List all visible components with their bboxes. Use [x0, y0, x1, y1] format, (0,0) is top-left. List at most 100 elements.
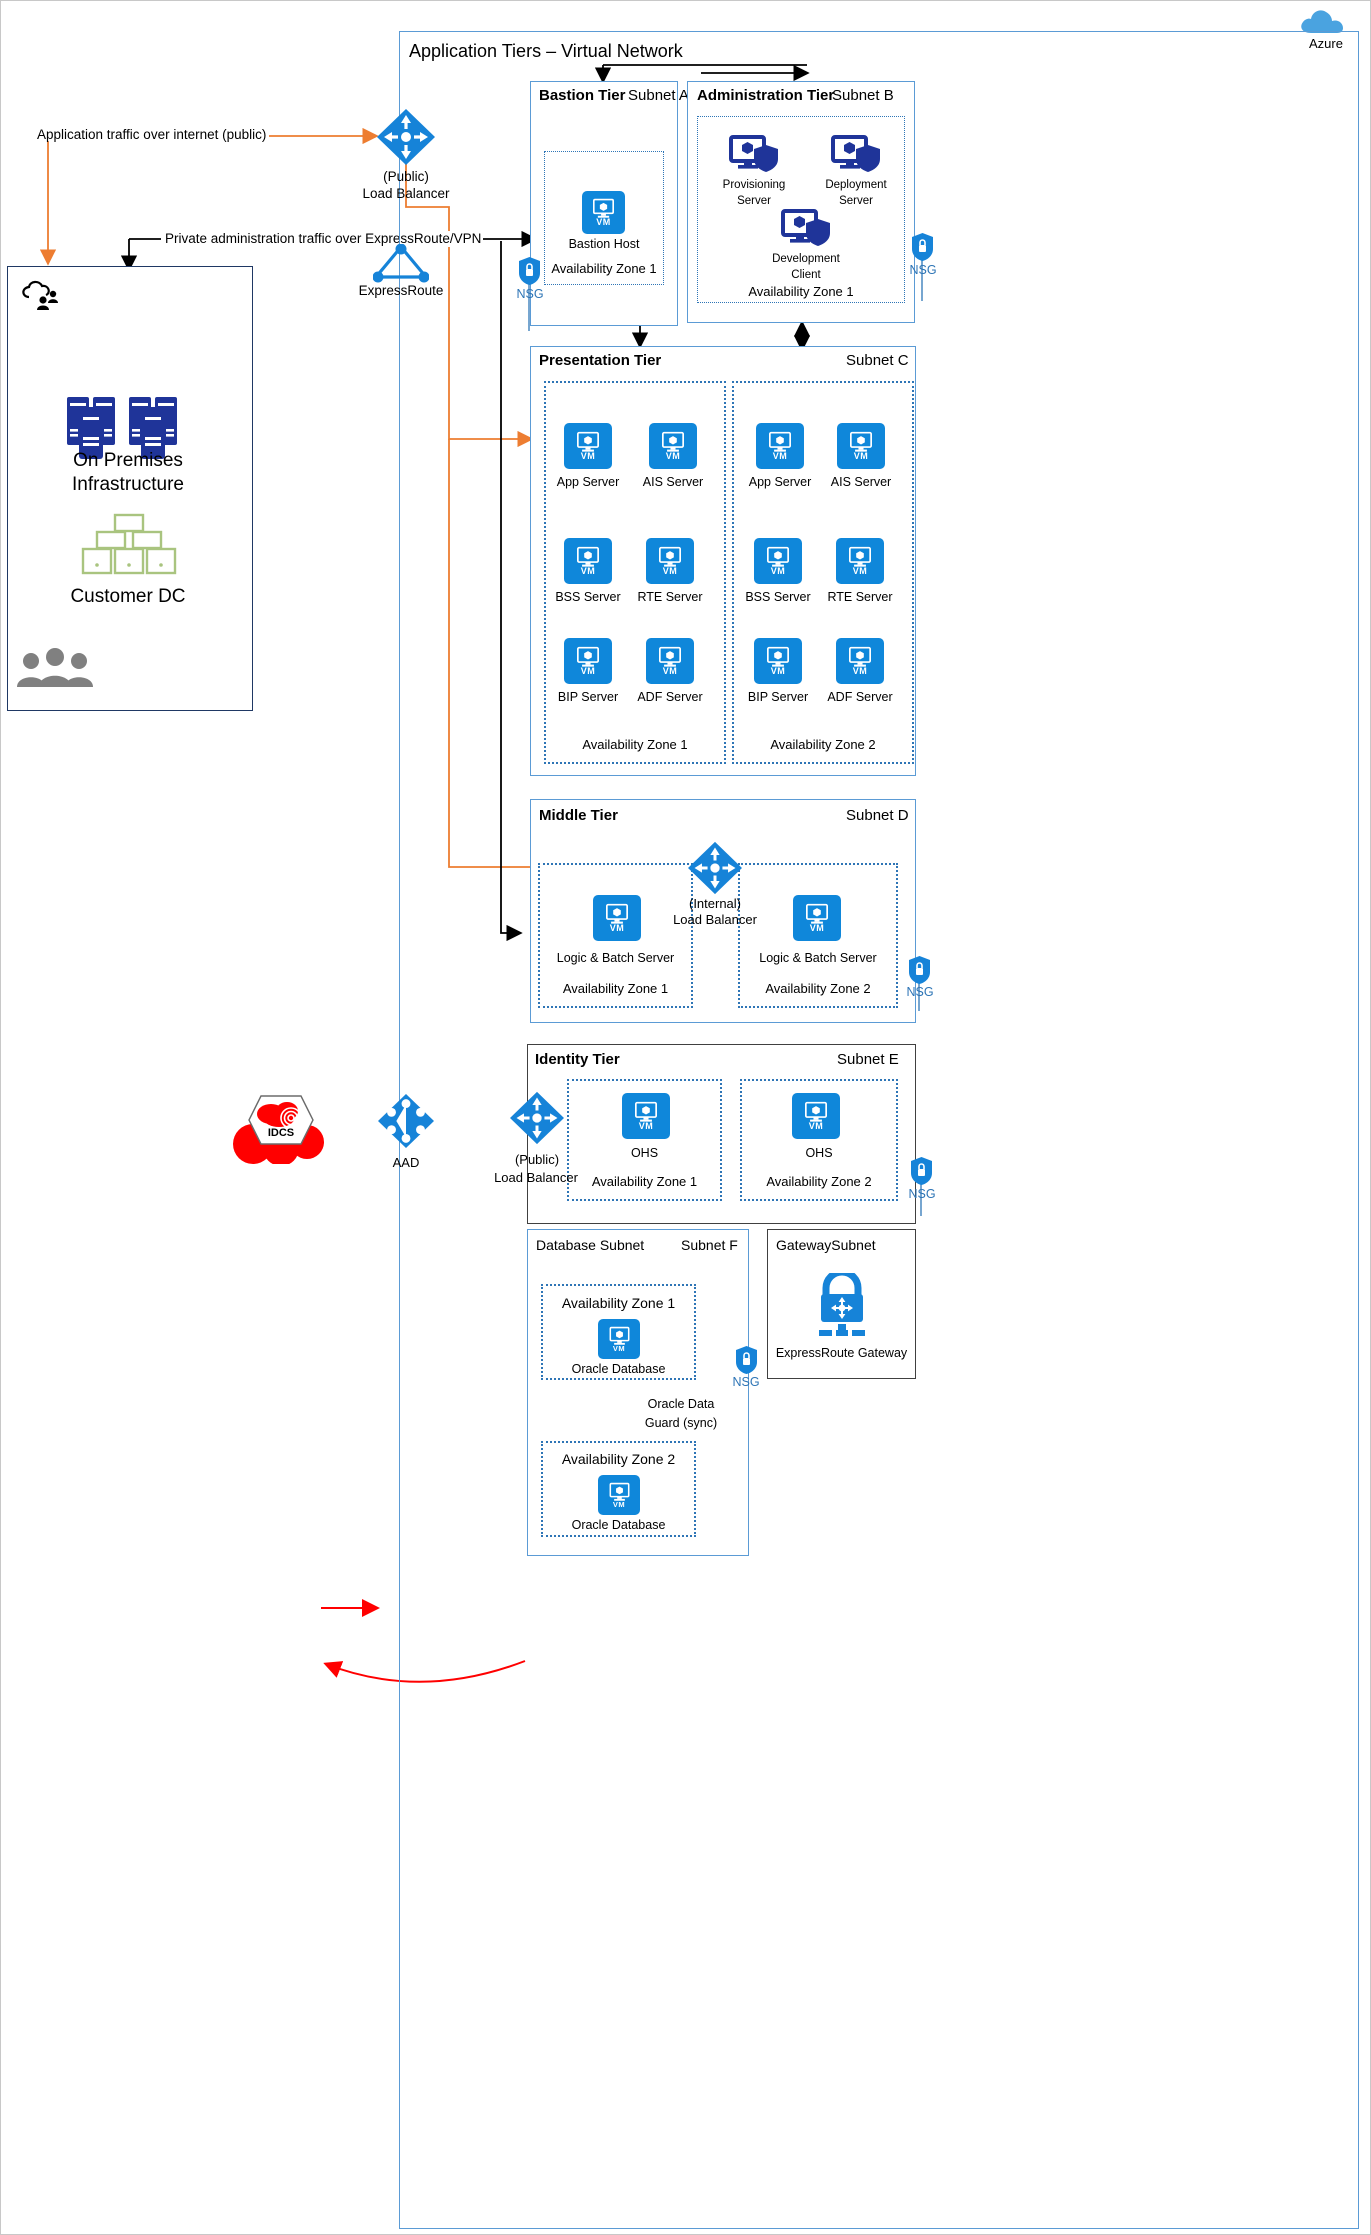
customer-dc-label: Customer DC	[70, 586, 186, 607]
provisioning-server-label-line1: Provisioning	[722, 179, 786, 191]
idcs-icon: IDCS	[233, 1086, 329, 1166]
identity-tier-title: Identity Tier	[535, 1051, 620, 1068]
nsg-label-administration: NSG	[909, 263, 937, 277]
presentation-tier-title: Presentation Tier	[539, 352, 662, 369]
cloud-users-icon	[19, 279, 63, 311]
identity-lb-label-line1: (Public)	[514, 1152, 560, 1167]
bastion-host-label: Bastion Host	[568, 237, 640, 251]
deployment-server-label-line2: Server	[839, 195, 873, 207]
database-subnet-title: Database Subnet	[536, 1237, 645, 1253]
public-load-balancer-icon	[376, 108, 436, 166]
nsg-label-identity: NSG	[908, 1187, 936, 1201]
presentation-az1-node-1-label: AIS Server	[642, 475, 704, 489]
svg-text:IDCS: IDCS	[268, 1127, 294, 1139]
bastion-tier-subnet: Subnet A	[628, 87, 689, 104]
identity-tier-subnet: Subnet E	[837, 1051, 899, 1068]
middle-az1-label: Availability Zone 1	[562, 981, 669, 996]
vm-icon: VM	[582, 191, 625, 234]
vm-icon: VM	[792, 1093, 840, 1139]
identity-public-load-balancer-icon	[509, 1091, 565, 1145]
public-lb-label-line1: (Public)	[383, 169, 429, 184]
nsg-shield-icon	[736, 1346, 757, 1374]
vm-icon: VM	[622, 1093, 670, 1139]
nsg-shield-icon	[519, 257, 540, 285]
middle-tier-title: Middle Tier	[539, 807, 618, 824]
oracle-data-guard-label-line1: Oracle Data	[647, 1397, 715, 1411]
vm-icon: VM	[598, 1475, 640, 1515]
administration-az1-label: Availability Zone 1	[748, 284, 854, 299]
nsg-label-database: NSG	[732, 1375, 760, 1389]
public-lb-label-line2: Load Balancer	[362, 186, 450, 201]
vm-icon: VM	[836, 638, 884, 684]
aad-icon	[377, 1093, 435, 1149]
aad-label: AAD	[392, 1155, 420, 1170]
administration-tier-subnet: Subnet B	[832, 87, 894, 104]
middle-az1-node-label: Logic & Batch Server	[556, 951, 675, 965]
vm-icon: VM	[646, 538, 694, 584]
presentation-az2-label: Availability Zone 2	[770, 737, 876, 752]
presentation-az1-node-3-label: RTE Server	[637, 590, 703, 604]
vm-icon: VM	[598, 1319, 640, 1359]
presentation-az1-label: Availability Zone 1	[582, 737, 688, 752]
administration-tier-title: Administration Tier	[697, 87, 835, 104]
on-prem-label-line2: Infrastructure	[72, 474, 184, 495]
vm-icon: VM	[649, 423, 697, 469]
expressroute-gateway-icon	[811, 1268, 873, 1339]
vm-icon: VM	[564, 638, 612, 684]
bastion-az1-label: Availability Zone 1	[551, 261, 657, 276]
development-client-label-line1: Development	[772, 253, 840, 265]
vm-icon: VM	[756, 423, 804, 469]
vm-icon: VM	[564, 423, 612, 469]
oracle-data-guard-label-line2: Guard (sync)	[644, 1416, 718, 1430]
presentation-az2-node-1-label: AIS Server	[830, 475, 892, 489]
database-subnet-label: Subnet F	[681, 1237, 738, 1253]
identity-lb-label-line2: Load Balancer	[494, 1170, 578, 1185]
shielded-server-icon	[831, 135, 881, 175]
vm-tile-text: VM	[596, 217, 611, 227]
middle-az2-label: Availability Zone 2	[765, 981, 871, 996]
expressroute-icon	[372, 243, 430, 284]
architecture-diagram: Azure On Premises Infrastructure Custome…	[0, 0, 1371, 2235]
nsg-shield-icon	[909, 956, 930, 984]
vm-icon: VM	[836, 538, 884, 584]
bastion-tier-title: Bastion Tier	[539, 87, 626, 104]
customer-dc-icon	[79, 513, 179, 575]
provisioning-server-label-line2: Server	[737, 195, 771, 207]
presentation-az2-node-3-label: RTE Server	[827, 590, 893, 604]
vm-icon: VM	[837, 423, 885, 469]
shielded-server-icon	[781, 209, 831, 249]
identity-az2-node-label: OHS	[805, 1146, 833, 1160]
nsg-label-bastion: NSG	[516, 287, 544, 301]
database-az1-label: Availability Zone 1	[561, 1295, 676, 1311]
nsg-shield-icon	[911, 1157, 932, 1185]
database-az1-node-label: Oracle Database	[571, 1362, 666, 1376]
vm-icon: VM	[593, 895, 641, 941]
vm-icon: VM	[564, 538, 612, 584]
vm-icon: VM	[646, 638, 694, 684]
identity-az2-label: Availability Zone 2	[766, 1174, 872, 1189]
middle-az2-node-label: Logic & Batch Server	[759, 951, 877, 965]
internal-lb-label-line1: (Internal)	[688, 896, 742, 911]
presentation-az1-node-5-label: ADF Server	[637, 690, 703, 704]
development-client-label-line2: Client	[791, 269, 821, 281]
gateway-subnet-title: GatewaySubnet	[776, 1237, 876, 1253]
vm-icon: VM	[754, 538, 802, 584]
presentation-az2-node-5-label: ADF Server	[827, 690, 893, 704]
on-prem-label-line1: On Premises	[73, 450, 183, 471]
database-az2-label: Availability Zone 2	[561, 1451, 676, 1467]
middle-tier-subnet: Subnet D	[846, 807, 909, 824]
expressroute-gateway-label: ExpressRoute Gateway	[775, 1346, 908, 1360]
nsg-shield-icon	[912, 233, 933, 261]
users-group-icon	[17, 646, 93, 688]
vm-icon: VM	[793, 895, 841, 941]
presentation-tier-subnet: Subnet C	[846, 352, 909, 369]
internal-load-balancer-icon	[687, 841, 743, 895]
vm-icon: VM	[754, 638, 802, 684]
database-az2-node-label: Oracle Database	[571, 1518, 666, 1532]
nsg-label-middle: NSG	[906, 985, 934, 999]
deployment-server-label-line1: Deployment	[825, 179, 887, 191]
public-traffic-label: Application traffic over internet (publi…	[37, 127, 267, 142]
vnet-title: Application Tiers – Virtual Network	[409, 41, 683, 61]
shielded-server-icon	[729, 135, 779, 175]
internal-lb-label-line2: Load Balancer	[673, 912, 757, 927]
